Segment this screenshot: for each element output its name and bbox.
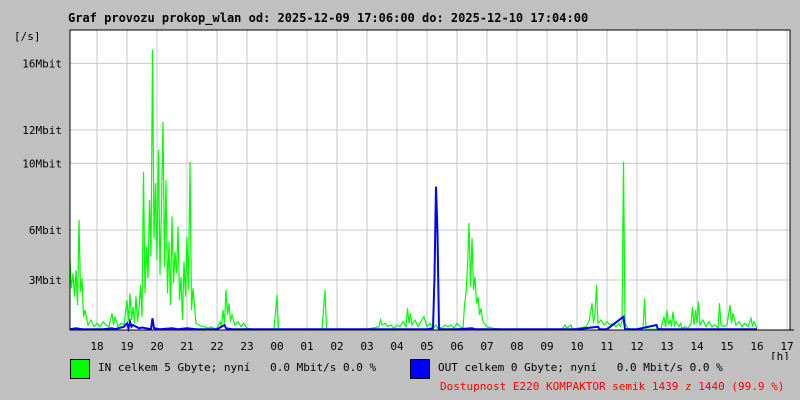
y-tick-label: 16Mbit [22,57,62,70]
x-tick-label: 01 [300,340,313,353]
x-tick-label: 23 [240,340,253,353]
y-tick-label: 6Mbit [29,224,62,237]
x-tick-label: 11 [600,340,613,353]
x-tick-label: 12 [630,340,643,353]
x-tick-label: 00 [270,340,283,353]
x-tick-label: 17 [780,340,793,353]
plot-area [69,29,791,331]
x-tick-label: 22 [210,340,223,353]
x-tick-label: 19 [120,340,133,353]
availability-note: Dostupnost E220 KOMPAKTOR semik 1439 z 1… [440,380,785,393]
x-tick-label: 08 [510,340,523,353]
x-tick-label: 03 [360,340,373,353]
y-tick-label: 3Mbit [29,274,62,287]
x-tick-label: 16 [750,340,763,353]
x-tick-label: 06 [450,340,463,353]
traffic-graph-panel: Graf provozu prokop_wlan od: 2025-12-09 … [0,0,800,400]
x-tick-label: 14 [690,340,704,353]
x-tick-label: 07 [480,340,493,353]
traffic-chart: Graf provozu prokop_wlan od: 2025-12-09 … [14,11,794,360]
y-axis-unit: [/s] [14,30,41,43]
x-tick-label: 20 [150,340,163,353]
x-tick-label: 21 [180,340,193,353]
x-tick-label: 18 [90,340,103,353]
x-tick-label: 02 [330,340,343,353]
x-tick-label: 05 [420,340,433,353]
y-tick-label: 10Mbit [22,157,62,170]
legend-in-text: IN celkem 5 Gbyte; nyní 0.0 Mbit/s 0.0 % [98,361,377,374]
x-tick-label: 13 [660,340,673,353]
x-tick-label: 10 [570,340,583,353]
chart-title: Graf provozu prokop_wlan od: 2025-12-09 … [68,11,588,26]
y-tick-label: 12Mbit [22,124,62,137]
x-tick-label: 04 [390,340,404,353]
legend-out-text: OUT celkem 0 Gbyte; nyní 0.0 Mbit/s 0.0 … [438,361,723,374]
legend-out-swatch [410,359,430,379]
x-tick-label: 15 [720,340,733,353]
legend-in-swatch [70,359,90,379]
x-tick-label: 09 [540,340,553,353]
